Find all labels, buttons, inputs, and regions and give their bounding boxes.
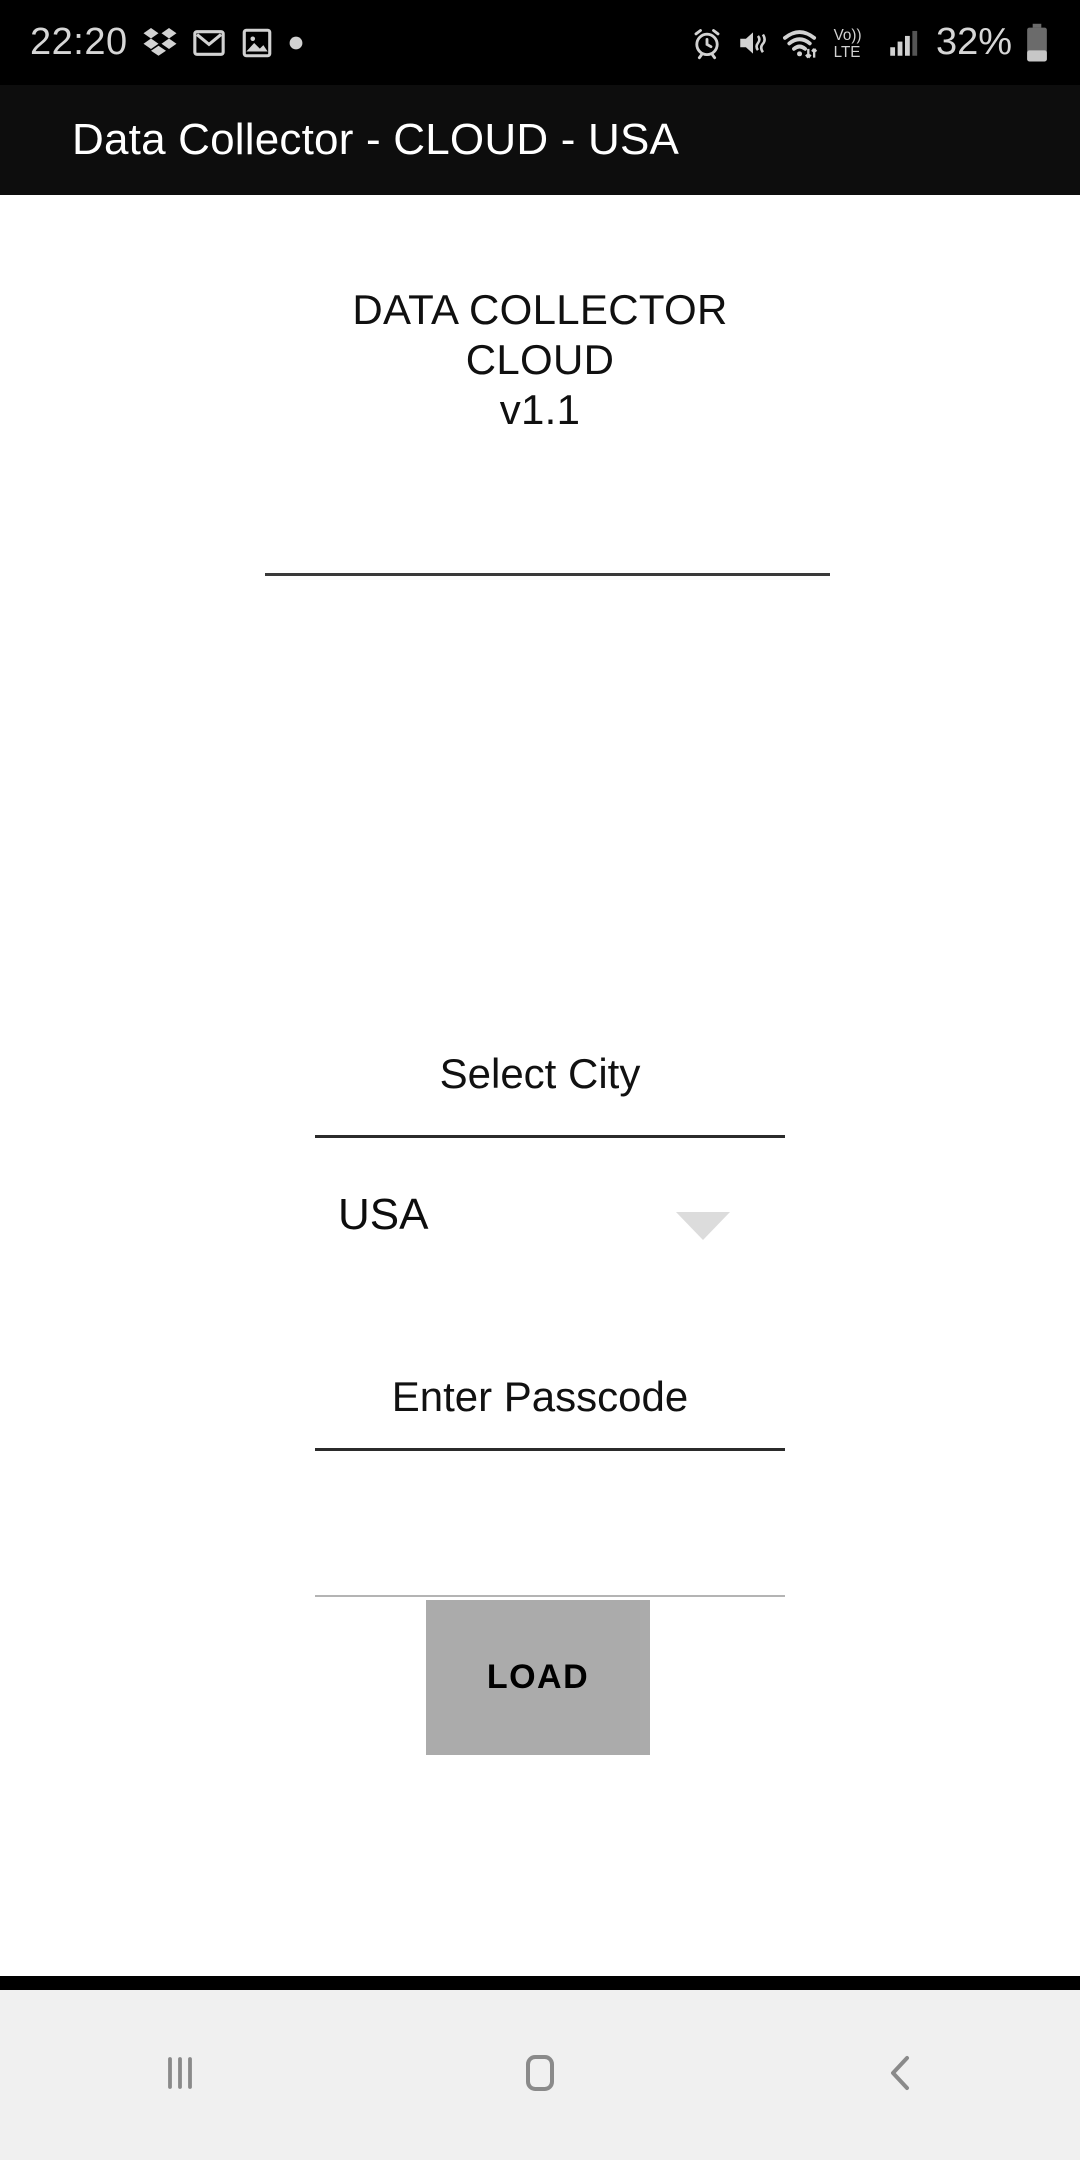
status-bar-left-group: 22:20 xyxy=(30,21,304,64)
enter-passcode-label: Enter Passcode xyxy=(391,1373,689,1420)
battery-icon xyxy=(1024,23,1050,63)
vibrate-mute-icon xyxy=(736,26,770,60)
cellular-signal-icon xyxy=(886,26,920,60)
load-button-label: LOAD xyxy=(486,1658,590,1696)
chevron-down-icon xyxy=(676,1212,730,1240)
nav-back-button[interactable] xyxy=(720,1990,1080,2160)
wifi-icon xyxy=(782,25,820,61)
phone-screen: 22:20 Vo)) LTE 32% Data Collector - CLOU… xyxy=(0,0,1080,2160)
nav-home-button[interactable] xyxy=(360,1990,720,2160)
app-header-block: DATA COLLECTOR CLOUD v1.1 xyxy=(0,285,1080,435)
nav-bar-divider xyxy=(0,1976,1080,1990)
app-header-line-2: CLOUD xyxy=(465,336,615,383)
app-header-line-1: DATA COLLECTOR xyxy=(352,286,728,333)
svg-text:LTE: LTE xyxy=(834,43,861,60)
volte-icon: Vo)) LTE xyxy=(832,25,874,61)
main-content: DATA COLLECTOR CLOUD v1.1 Select City US… xyxy=(0,195,1080,1980)
gallery-icon xyxy=(240,26,274,60)
app-header-line-3: v1.1 xyxy=(499,386,581,433)
app-bar: Data Collector - CLOUD - USA xyxy=(0,85,1080,195)
dropbox-icon xyxy=(142,25,178,61)
battery-percent-label: 32% xyxy=(935,21,1012,63)
status-bar-right-group: Vo)) LTE 32% xyxy=(690,21,1050,64)
enter-passcode-underline[interactable] xyxy=(315,1448,785,1451)
gmail-icon xyxy=(192,26,226,60)
nav-recents-button[interactable] xyxy=(0,1990,360,2160)
blank-field-underline[interactable] xyxy=(315,1595,785,1597)
city-spinner[interactable]: USA xyxy=(315,1190,785,1260)
svg-text:Vo)): Vo)) xyxy=(834,27,862,44)
status-bar-clock: 22:20 xyxy=(30,21,128,63)
alarm-icon xyxy=(690,26,724,60)
page-title: Data Collector - CLOUD - USA xyxy=(72,115,680,164)
city-spinner-value: USA xyxy=(338,1190,429,1239)
status-bar: 22:20 Vo)) LTE 32% xyxy=(0,0,1080,85)
back-icon xyxy=(872,2045,928,2106)
navigation-bar xyxy=(0,1990,1080,2160)
header-divider xyxy=(265,573,830,576)
load-button[interactable]: LOAD xyxy=(426,1600,650,1755)
home-icon xyxy=(510,2043,570,2108)
select-city-underline xyxy=(315,1135,785,1138)
dot-indicator-icon xyxy=(288,35,304,51)
recents-icon xyxy=(152,2045,208,2106)
select-city-label: Select City xyxy=(439,1050,641,1097)
